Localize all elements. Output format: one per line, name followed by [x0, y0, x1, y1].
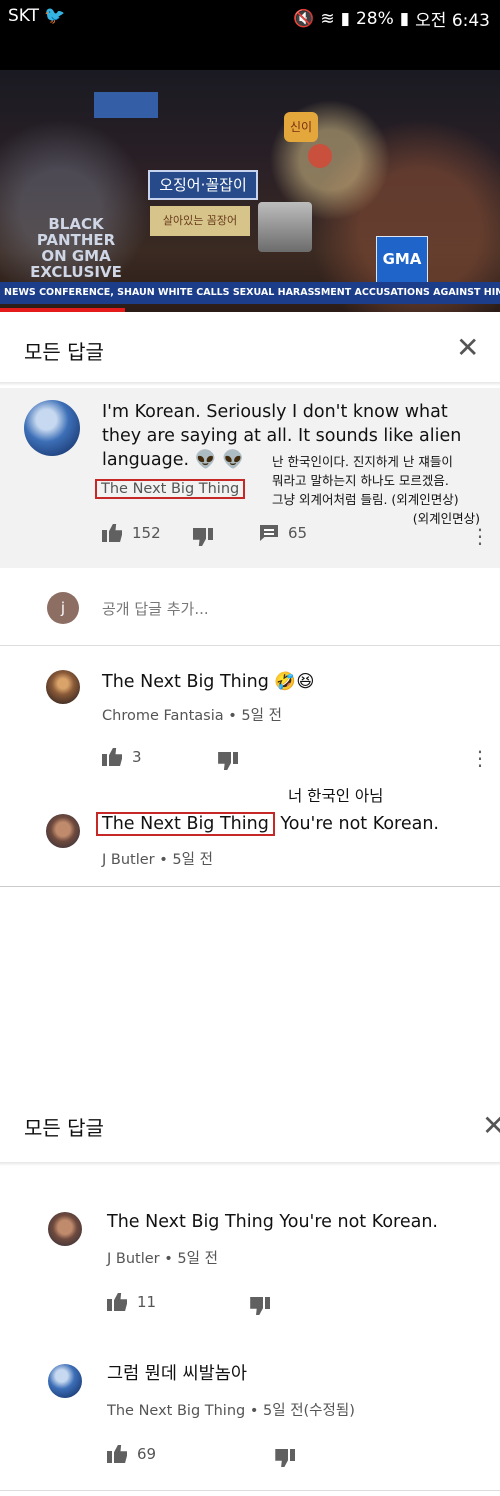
reply-author[interactable]: J Butler: [102, 852, 155, 868]
avatar[interactable]: [46, 814, 80, 848]
panel-title: 모든 답글: [24, 1116, 104, 1140]
mute-icon: 🔇: [293, 8, 315, 29]
reply-time: 5일 전(수정됨): [263, 1403, 355, 1419]
reply-author[interactable]: Chrome Fantasia: [102, 708, 224, 724]
clock: 오전 6:43: [415, 11, 490, 31]
reply-time: 5일 전: [177, 1251, 218, 1267]
reply-author[interactable]: J Butler: [107, 1251, 160, 1267]
status-right: 🔇 ≋ ▮ 28% ▮ 오전 6:43: [293, 6, 490, 32]
reply-meta: J Butler • 5일 전: [102, 852, 213, 868]
reply-meta: The Next Big Thing • 5일 전(수정됨): [107, 1403, 355, 1419]
close-icon[interactable]: ✕: [456, 334, 479, 362]
status-bar: SKT 🐦 🔇 ≋ ▮ 28% ▮ 오전 6:43: [0, 0, 500, 36]
battery-icon: ▮: [399, 8, 410, 29]
reply-time: 5일 전: [241, 708, 282, 724]
reply-count: 65: [288, 524, 308, 542]
video-player[interactable]: 신이 오징어·꼴잡이 살아있는 꼼장어 BLACK PANTHER ON GMA…: [0, 70, 500, 312]
video-progress-bar[interactable]: [0, 308, 125, 312]
translation-line: 뭐라고 말하는지 하나도 모르겠음.: [272, 473, 449, 488]
reply-actions: 69: [107, 1445, 156, 1463]
cooking-pot: [258, 202, 312, 252]
gma-badge: GMA: [376, 236, 428, 284]
red-lantern: [308, 144, 332, 168]
reply-text: The Next Big Thing You're not Korean.: [107, 1212, 438, 1232]
shop-subsign: 살아있는 꼼장어: [150, 206, 250, 236]
panel-title: 모든 답글: [24, 340, 104, 364]
translation-line: 난 한국인이다. 진지하게 난 쟤들이: [272, 454, 453, 469]
like-count: 3: [132, 748, 142, 766]
korean-translation: 난 한국인이다. 진지하게 난 쟤들이 뭐라고 말하는지 하나도 모르겠음. 그…: [272, 452, 492, 528]
reply-icon[interactable]: [260, 525, 278, 541]
like-count: 69: [137, 1445, 157, 1463]
reply-action[interactable]: 65: [260, 524, 307, 542]
divider: [0, 645, 500, 646]
like-icon[interactable]: [102, 524, 122, 542]
reply-text: The Next Big Thing You're not Korean.: [96, 812, 439, 836]
add-reply-input[interactable]: 공개 답글 추가...: [102, 598, 209, 619]
laughing-emoji: 🤣😆: [274, 672, 315, 692]
divider: [0, 1490, 500, 1491]
dislike-icon[interactable]: [218, 752, 239, 770]
alien-emoji: 👽 👽: [194, 450, 244, 470]
reply-time: 5일 전: [172, 852, 213, 868]
header-divider: [0, 382, 500, 386]
like-icon[interactable]: [107, 1445, 127, 1463]
orange-sign: 신이: [284, 112, 318, 142]
avatar[interactable]: [48, 1364, 82, 1398]
translation-line: 그냥 외계어처럼 들림. (외계인면상): [272, 492, 459, 507]
avatar[interactable]: [48, 1212, 82, 1246]
reply-text: 그럼 뭔데 씨발놈아: [107, 1364, 247, 1384]
like-icon[interactable]: [102, 748, 122, 766]
reply-body: You're not Korean.: [274, 814, 439, 834]
like-count: 11: [137, 1293, 157, 1311]
wifi-icon: ≋: [320, 8, 335, 29]
battery-percent: 28%: [355, 8, 394, 29]
reply-actions: 11: [107, 1293, 156, 1311]
reply-author[interactable]: The Next Big Thing: [107, 1403, 245, 1419]
video-top-bar: [0, 36, 500, 70]
comment-actions: 152: [102, 524, 161, 542]
mention-link[interactable]: The Next Big Thing: [96, 812, 275, 836]
reply-body: The Next Big Thing: [102, 672, 269, 692]
more-options-icon[interactable]: ⋮: [470, 526, 490, 546]
dislike-icon[interactable]: [193, 528, 213, 546]
header-divider: [0, 1162, 500, 1166]
background-sign: [94, 92, 158, 118]
carrier-label: SKT 🐦: [8, 6, 66, 26]
show-logo: BLACK PANTHER ON GMA EXCLUSIVE: [30, 215, 122, 281]
comment-author[interactable]: The Next Big Thing: [95, 479, 246, 499]
like-count: 152: [132, 524, 161, 542]
reply-meta: J Butler • 5일 전: [107, 1251, 218, 1267]
news-ticker: NEWS CONFERENCE, SHAUN WHITE CALLS SEXUA…: [0, 282, 500, 304]
dislike-icon[interactable]: [250, 1297, 271, 1315]
reply-meta: Chrome Fantasia • 5일 전: [102, 708, 282, 724]
carrier-text: SKT: [8, 6, 40, 26]
reply-text: The Next Big Thing 🤣😆: [102, 670, 314, 694]
more-options-icon[interactable]: ⋮: [470, 748, 490, 768]
avatar[interactable]: [46, 670, 80, 704]
reply-actions: 3: [102, 748, 142, 766]
shop-sign: 오징어·꼴잡이: [148, 170, 258, 200]
korean-annotation: 너 한국인 아님: [288, 787, 384, 805]
divider: [0, 886, 500, 887]
avatar[interactable]: [24, 400, 80, 456]
dislike-icon[interactable]: [275, 1449, 296, 1467]
close-icon[interactable]: ✕: [482, 1112, 500, 1140]
user-avatar: j: [47, 592, 79, 624]
twitter-icon: 🐦: [44, 6, 66, 26]
like-icon[interactable]: [107, 1293, 127, 1311]
signal-icon: ▮: [340, 8, 350, 29]
